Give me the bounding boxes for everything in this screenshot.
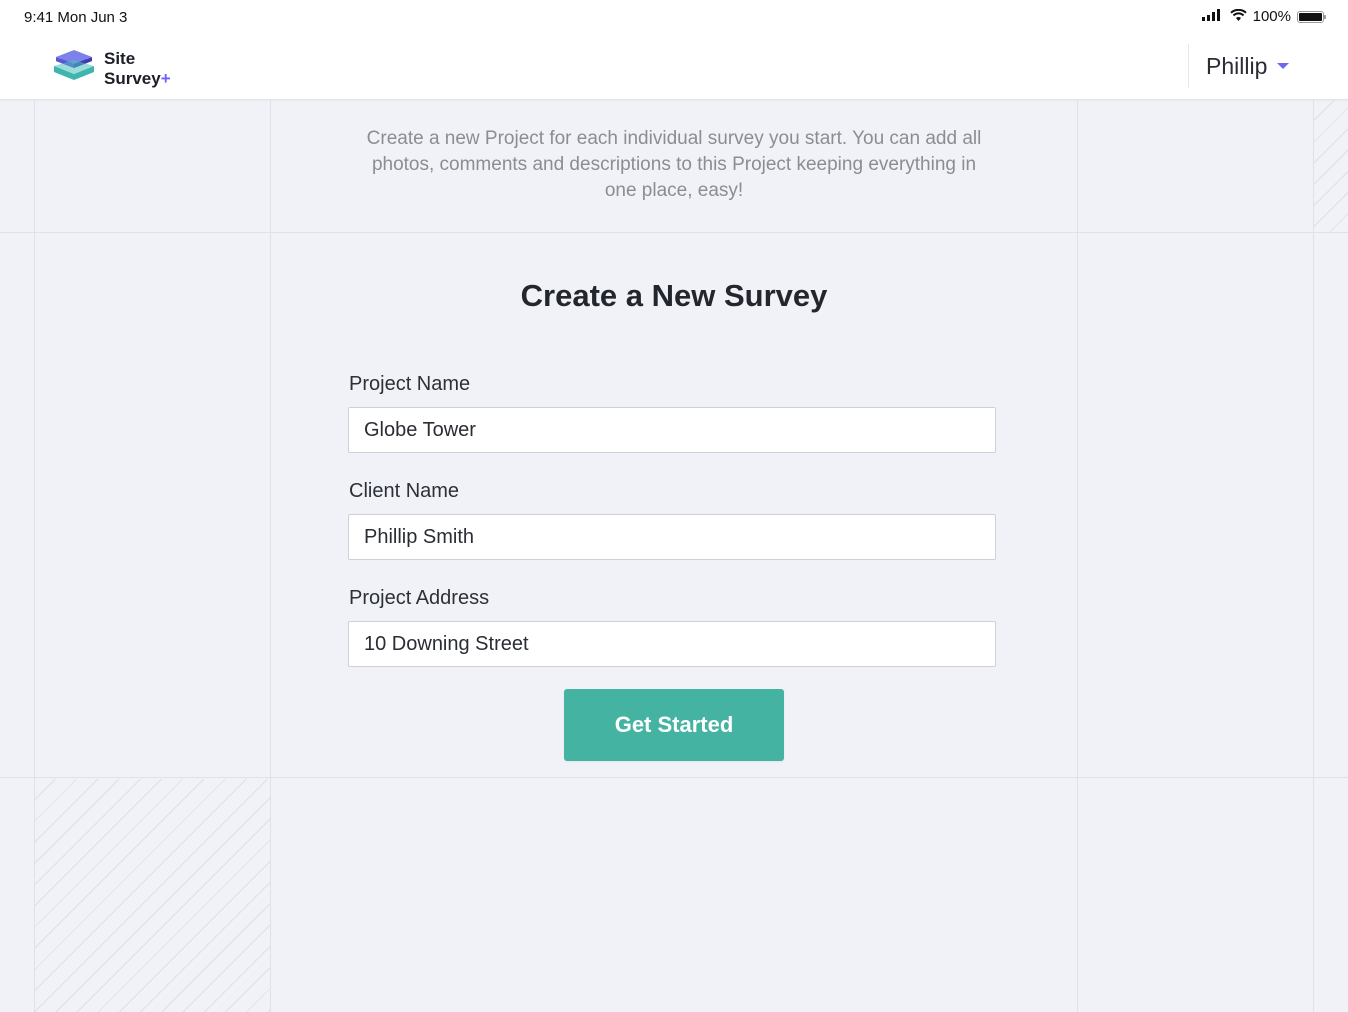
project-name-input[interactable]	[348, 407, 996, 453]
logo-line-site: Site	[104, 48, 136, 68]
app-header: Site Survey+ Phillip	[0, 34, 1348, 100]
hatch-pattern	[1314, 100, 1348, 232]
chevron-down-icon	[1277, 63, 1290, 69]
new-survey-form: Project Name Client Name Project Address	[348, 372, 996, 667]
wifi-icon	[1229, 8, 1247, 25]
client-name-label: Client Name	[349, 480, 460, 502]
get-started-button[interactable]: Get Started	[564, 689, 784, 761]
user-name: Phillip	[1206, 52, 1268, 79]
grid-line	[1313, 100, 1314, 1012]
project-address-label: Project Address	[349, 587, 490, 609]
signal-icon	[1201, 8, 1224, 25]
grid-line	[0, 777, 1348, 778]
layers-logo-icon	[52, 44, 96, 93]
logo-survey-text: Survey	[104, 68, 161, 88]
project-address-group: Project Address	[348, 586, 996, 667]
page-title: Create a New Survey	[520, 278, 828, 313]
client-name-input[interactable]	[348, 514, 996, 560]
grid-line	[270, 100, 271, 1012]
logo-wordmark: Site Survey+	[104, 49, 171, 89]
logo-line-survey: Survey+	[104, 69, 171, 89]
grid-line	[0, 232, 1348, 233]
project-address-input[interactable]	[348, 621, 996, 667]
status-time: 9:41 Mon Jun 3	[24, 9, 128, 26]
client-name-group: Client Name	[348, 479, 996, 560]
project-name-label: Project Name	[349, 373, 471, 395]
project-name-group: Project Name	[348, 372, 996, 453]
user-menu[interactable]: Phillip	[1188, 44, 1348, 88]
battery-percent: 100%	[1252, 8, 1291, 25]
logo-plus: +	[160, 68, 171, 88]
hatch-pattern	[35, 779, 270, 1012]
battery-icon	[1297, 10, 1326, 23]
grid-line	[1077, 100, 1078, 1012]
app-logo[interactable]: Site Survey+	[52, 44, 171, 93]
status-indicators: 100%	[1201, 8, 1326, 25]
intro-text: Create a new Project for each individual…	[366, 128, 982, 201]
status-bar: 9:41 Mon Jun 3 100%	[0, 0, 1348, 34]
